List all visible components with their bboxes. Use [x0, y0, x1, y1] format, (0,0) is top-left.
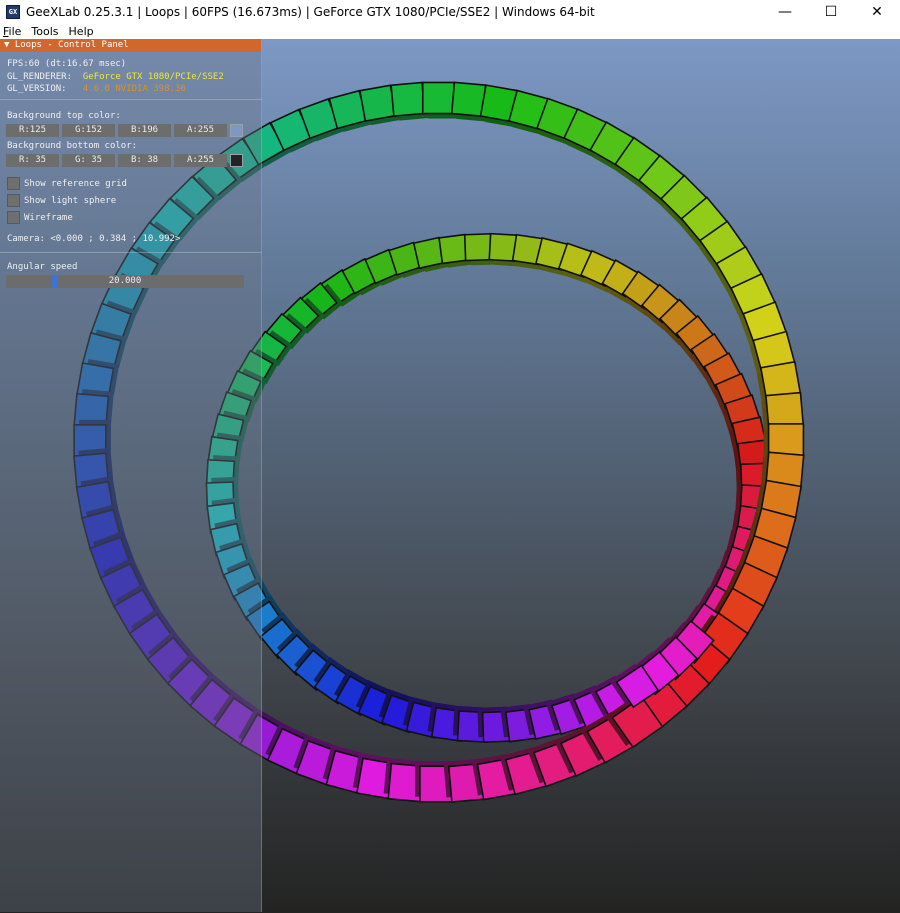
gl-renderer-value: GeForce GTX 1080/PCIe/SSE2	[82, 72, 224, 82]
fps-readout: FPS:60 (dt:16.67 msec)	[7, 59, 127, 69]
bg-top-blue-field[interactable]: B:196	[118, 124, 171, 137]
angular-speed-slider[interactable]: 20.000	[6, 275, 244, 288]
gl-renderer-label: GL_RENDERER:	[7, 72, 73, 82]
bg-bottom-green-field[interactable]: G: 35	[62, 154, 115, 167]
bg-bottom-alpha-field[interactable]: A:255	[174, 154, 227, 167]
minimize-button[interactable]: —	[762, 0, 808, 23]
bg-bottom-red-field[interactable]: R: 35	[6, 154, 59, 167]
maximize-button[interactable]: ☐	[808, 0, 854, 23]
gl-version-value: 4.6.0 NVIDIA 398.36	[82, 84, 186, 94]
show-grid-checkbox[interactable]	[7, 177, 20, 190]
control-panel[interactable]: ▼ Loops - Control Panel FPS:60 (dt:16.67…	[0, 39, 262, 912]
camera-readout: Camera: <0.000 ; 0.384 ; 10.992>	[7, 234, 181, 244]
wireframe-checkbox[interactable]	[7, 211, 20, 224]
title-bar[interactable]: GX GeeXLab 0.25.3.1 | Loops | 60FPS (16.…	[0, 0, 900, 23]
bg-top-label: Background top color:	[7, 111, 121, 121]
bg-top-green-field[interactable]: G:152	[62, 124, 115, 137]
menu-file[interactable]: File	[3, 25, 21, 38]
bg-top-red-field[interactable]: R:125	[6, 124, 59, 137]
wireframe-label: Wireframe	[24, 213, 73, 223]
menu-bar: File Tools Help	[0, 23, 900, 39]
close-button[interactable]: ✕	[854, 0, 900, 23]
show-grid-label: Show reference grid	[24, 179, 127, 189]
show-light-label: Show light sphere	[24, 196, 117, 206]
show-light-checkbox[interactable]	[7, 194, 20, 207]
bg-bottom-color-swatch[interactable]	[230, 154, 243, 167]
gl-renderer-line: GL_RENDERER: GeForce GTX 1080/PCIe/SSE2	[7, 72, 224, 82]
gl-version-line: GL_VERSION: 4.6.0 NVIDIA 398.36	[7, 84, 186, 94]
menu-file-rest: ile	[8, 24, 22, 38]
angular-speed-value: 20.000	[108, 276, 142, 286]
gl-version-label: GL_VERSION:	[7, 84, 67, 94]
menu-tools[interactable]: Tools	[31, 25, 58, 38]
panel-header[interactable]: ▼ Loops - Control Panel	[0, 39, 261, 52]
window-title: GeeXLab 0.25.3.1 | Loops | 60FPS (16.673…	[26, 4, 595, 19]
separator	[0, 99, 262, 100]
bg-top-color-swatch[interactable]	[230, 124, 243, 137]
bg-top-alpha-field[interactable]: A:255	[174, 124, 227, 137]
angular-speed-label: Angular speed	[7, 262, 78, 272]
separator	[0, 252, 262, 253]
menu-help[interactable]: Help	[69, 25, 94, 38]
app-icon: GX	[6, 4, 20, 19]
bg-bottom-blue-field[interactable]: B: 38	[118, 154, 171, 167]
bg-bottom-label: Background bottom color:	[7, 141, 138, 151]
